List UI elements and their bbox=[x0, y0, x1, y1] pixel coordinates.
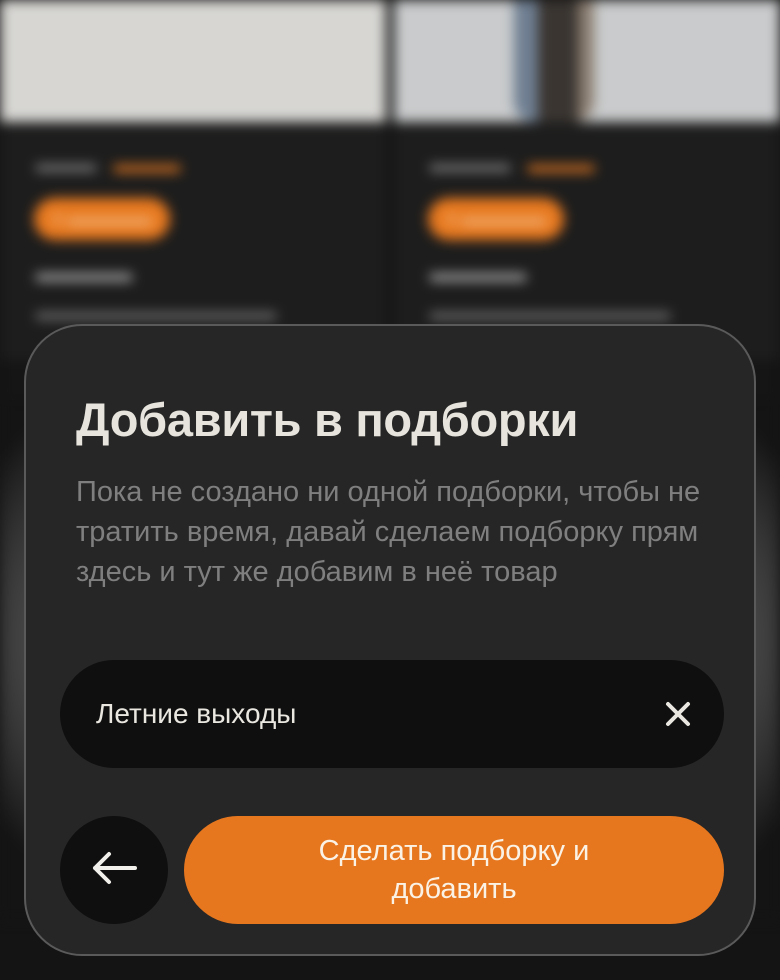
background-product-photo bbox=[394, 0, 780, 122]
back-button[interactable] bbox=[60, 816, 168, 924]
collection-name-input[interactable] bbox=[96, 690, 616, 738]
arrow-left-icon bbox=[89, 850, 139, 891]
create-collection-and-add-button[interactable]: Сделать подборку и добавить bbox=[184, 816, 724, 924]
sheet-title: Добавить в подборки bbox=[76, 393, 579, 446]
sheet-description: Пока не создано ни одной подборки, чтобы… bbox=[76, 476, 701, 588]
add-to-collection-sheet: Добавить в подборки Пока не создано ни о… bbox=[24, 324, 756, 956]
close-icon[interactable] bbox=[660, 696, 696, 732]
background-product-photo bbox=[0, 0, 386, 122]
collection-name-field bbox=[60, 660, 724, 768]
